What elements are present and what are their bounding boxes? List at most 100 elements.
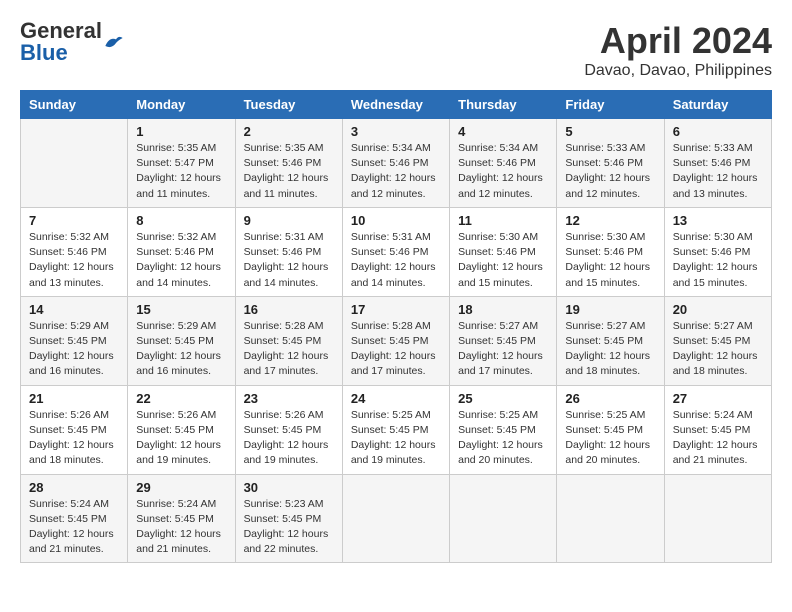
- day-number: 21: [29, 391, 119, 406]
- day-cell: [450, 474, 557, 563]
- day-number: 11: [458, 213, 548, 228]
- month-title: April 2024: [584, 20, 772, 62]
- day-number: 24: [351, 391, 441, 406]
- day-info: Sunrise: 5:32 AM Sunset: 5:46 PM Dayligh…: [29, 230, 119, 291]
- day-info: Sunrise: 5:30 AM Sunset: 5:46 PM Dayligh…: [565, 230, 655, 291]
- calendar-header-row: SundayMondayTuesdayWednesdayThursdayFrid…: [21, 91, 772, 119]
- day-cell: 28 Sunrise: 5:24 AM Sunset: 5:45 PM Dayli…: [21, 474, 128, 563]
- day-info: Sunrise: 5:26 AM Sunset: 5:45 PM Dayligh…: [244, 408, 334, 469]
- day-number: 12: [565, 213, 655, 228]
- day-cell: [557, 474, 664, 563]
- column-header-sunday: Sunday: [21, 91, 128, 119]
- day-number: 23: [244, 391, 334, 406]
- day-cell: 24Sunrise: 5:25 AM Sunset: 5:45 PM Dayli…: [342, 385, 449, 474]
- day-number: 30: [244, 480, 334, 495]
- day-info: Sunrise: 5:29 AM Sunset: 5:45 PM Dayligh…: [136, 319, 226, 380]
- day-number: 8: [136, 213, 226, 228]
- title-area: April 2024 Davao, Davao, Philippines: [584, 20, 772, 80]
- day-cell: 23 Sunrise: 5:26 AM Sunset: 5:45 PM Dayli…: [235, 385, 342, 474]
- day-info: Sunrise: 5:25 AM Sunset: 5:45 PM Dayligh…: [565, 408, 655, 469]
- day-info: Sunrise: 5:30 AM Sunset: 5:46 PM Dayligh…: [458, 230, 548, 291]
- day-info: Sunrise: 5:24 AM Sunset: 5:45 PM Dayligh…: [29, 497, 119, 558]
- day-number: 4: [458, 124, 548, 139]
- week-row-1: 1 Sunrise: 5:35 AM Sunset: 5:47 PM Daylig…: [21, 119, 772, 208]
- day-cell: 21 Sunrise: 5:26 AM Sunset: 5:45 PM Dayli…: [21, 385, 128, 474]
- day-cell: [21, 119, 128, 208]
- day-number: 16: [244, 302, 334, 317]
- day-cell: 11 Sunrise: 5:30 AM Sunset: 5:46 PM Dayli…: [450, 207, 557, 296]
- day-cell: 3 Sunrise: 5:34 AM Sunset: 5:46 PM Daylig…: [342, 119, 449, 208]
- week-row-3: 14 Sunrise: 5:29 AM Sunset: 5:45 PM Dayli…: [21, 296, 772, 385]
- day-number: 13: [673, 213, 763, 228]
- day-number: 1: [136, 124, 226, 139]
- day-cell: 15Sunrise: 5:29 AM Sunset: 5:45 PM Dayli…: [128, 296, 235, 385]
- day-number: 22: [136, 391, 226, 406]
- column-header-wednesday: Wednesday: [342, 91, 449, 119]
- day-number: 26: [565, 391, 655, 406]
- day-cell: 13 Sunrise: 5:30 AM Sunset: 5:46 PM Dayli…: [664, 207, 771, 296]
- day-cell: 6 Sunrise: 5:33 AM Sunset: 5:46 PM Daylig…: [664, 119, 771, 208]
- day-info: Sunrise: 5:27 AM Sunset: 5:45 PM Dayligh…: [673, 319, 763, 380]
- day-cell: 8Sunrise: 5:32 AM Sunset: 5:46 PM Daylig…: [128, 207, 235, 296]
- day-info: Sunrise: 5:35 AM Sunset: 5:47 PM Dayligh…: [136, 141, 226, 202]
- week-row-2: 7Sunrise: 5:32 AM Sunset: 5:46 PM Daylig…: [21, 207, 772, 296]
- day-number: 2: [244, 124, 334, 139]
- day-cell: 16 Sunrise: 5:28 AM Sunset: 5:45 PM Dayli…: [235, 296, 342, 385]
- day-cell: 25 Sunrise: 5:25 AM Sunset: 5:45 PM Dayli…: [450, 385, 557, 474]
- day-number: 19: [565, 302, 655, 317]
- day-cell: 7Sunrise: 5:32 AM Sunset: 5:46 PM Daylig…: [21, 207, 128, 296]
- day-cell: 22 Sunrise: 5:26 AM Sunset: 5:45 PM Dayli…: [128, 385, 235, 474]
- day-info: Sunrise: 5:26 AM Sunset: 5:45 PM Dayligh…: [136, 408, 226, 469]
- logo-blue: Blue: [20, 40, 68, 65]
- day-cell: 30 Sunrise: 5:23 AM Sunset: 5:45 PM Dayli…: [235, 474, 342, 563]
- day-cell: [342, 474, 449, 563]
- day-cell: 17Sunrise: 5:28 AM Sunset: 5:45 PM Dayli…: [342, 296, 449, 385]
- day-number: 17: [351, 302, 441, 317]
- day-cell: 2 Sunrise: 5:35 AM Sunset: 5:46 PM Daylig…: [235, 119, 342, 208]
- day-number: 3: [351, 124, 441, 139]
- day-info: Sunrise: 5:25 AM Sunset: 5:45 PM Dayligh…: [458, 408, 548, 469]
- day-info: Sunrise: 5:28 AM Sunset: 5:45 PM Dayligh…: [244, 319, 334, 380]
- week-row-5: 28 Sunrise: 5:24 AM Sunset: 5:45 PM Dayli…: [21, 474, 772, 563]
- day-cell: 5Sunrise: 5:33 AM Sunset: 5:46 PM Daylig…: [557, 119, 664, 208]
- day-info: Sunrise: 5:27 AM Sunset: 5:45 PM Dayligh…: [458, 319, 548, 380]
- location: Davao, Davao, Philippines: [584, 62, 772, 80]
- day-info: Sunrise: 5:33 AM Sunset: 5:46 PM Dayligh…: [673, 141, 763, 202]
- column-header-tuesday: Tuesday: [235, 91, 342, 119]
- day-number: 9: [244, 213, 334, 228]
- day-info: Sunrise: 5:26 AM Sunset: 5:45 PM Dayligh…: [29, 408, 119, 469]
- day-number: 29: [136, 480, 226, 495]
- day-info: Sunrise: 5:23 AM Sunset: 5:45 PM Dayligh…: [244, 497, 334, 558]
- day-info: Sunrise: 5:34 AM Sunset: 5:46 PM Dayligh…: [458, 141, 548, 202]
- day-cell: [664, 474, 771, 563]
- day-cell: 18 Sunrise: 5:27 AM Sunset: 5:45 PM Dayli…: [450, 296, 557, 385]
- day-cell: 1 Sunrise: 5:35 AM Sunset: 5:47 PM Daylig…: [128, 119, 235, 208]
- day-number: 5: [565, 124, 655, 139]
- week-row-4: 21 Sunrise: 5:26 AM Sunset: 5:45 PM Dayli…: [21, 385, 772, 474]
- day-info: Sunrise: 5:29 AM Sunset: 5:45 PM Dayligh…: [29, 319, 119, 380]
- day-cell: 14 Sunrise: 5:29 AM Sunset: 5:45 PM Dayli…: [21, 296, 128, 385]
- logo: General Blue: [20, 20, 124, 64]
- day-number: 27: [673, 391, 763, 406]
- day-info: Sunrise: 5:31 AM Sunset: 5:46 PM Dayligh…: [351, 230, 441, 291]
- day-number: 6: [673, 124, 763, 139]
- day-cell: 10Sunrise: 5:31 AM Sunset: 5:46 PM Dayli…: [342, 207, 449, 296]
- day-number: 28: [29, 480, 119, 495]
- day-info: Sunrise: 5:24 AM Sunset: 5:45 PM Dayligh…: [136, 497, 226, 558]
- day-number: 14: [29, 302, 119, 317]
- day-number: 18: [458, 302, 548, 317]
- day-info: Sunrise: 5:34 AM Sunset: 5:46 PM Dayligh…: [351, 141, 441, 202]
- day-cell: 26 Sunrise: 5:25 AM Sunset: 5:45 PM Dayli…: [557, 385, 664, 474]
- day-info: Sunrise: 5:31 AM Sunset: 5:46 PM Dayligh…: [244, 230, 334, 291]
- day-cell: 9 Sunrise: 5:31 AM Sunset: 5:46 PM Daylig…: [235, 207, 342, 296]
- day-cell: 29 Sunrise: 5:24 AM Sunset: 5:45 PM Dayli…: [128, 474, 235, 563]
- day-info: Sunrise: 5:24 AM Sunset: 5:45 PM Dayligh…: [673, 408, 763, 469]
- column-header-friday: Friday: [557, 91, 664, 119]
- day-info: Sunrise: 5:35 AM Sunset: 5:46 PM Dayligh…: [244, 141, 334, 202]
- day-number: 25: [458, 391, 548, 406]
- day-number: 20: [673, 302, 763, 317]
- day-info: Sunrise: 5:30 AM Sunset: 5:46 PM Dayligh…: [673, 230, 763, 291]
- day-cell: 20 Sunrise: 5:27 AM Sunset: 5:45 PM Dayli…: [664, 296, 771, 385]
- logo-text: General Blue: [20, 20, 102, 64]
- logo-bird-icon: [104, 34, 124, 50]
